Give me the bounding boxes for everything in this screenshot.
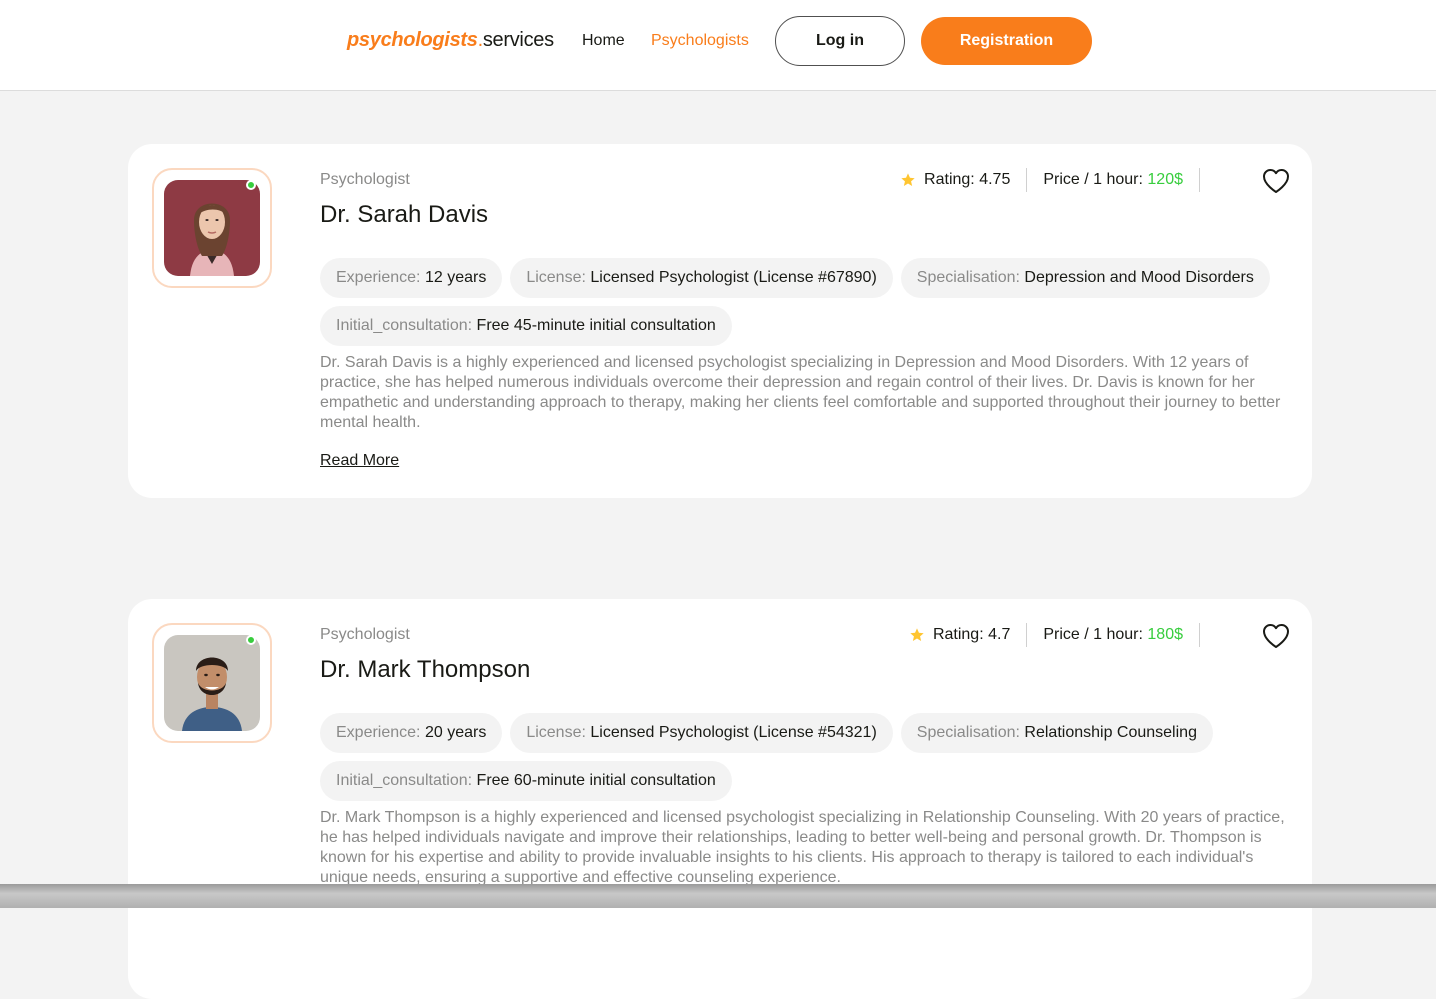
price-value: 120$ (1147, 171, 1183, 188)
avatar-frame (152, 623, 272, 743)
price-value: 180$ (1147, 626, 1183, 643)
nav-psychologists-link[interactable]: Psychologists (651, 32, 749, 50)
tag-specialisation: Specialisation: Depression and Mood Diso… (900, 258, 1270, 298)
card-name: Dr. Mark Thompson (320, 656, 531, 683)
card-tags: Experience: 20 years License: Licensed P… (320, 713, 1290, 801)
online-status-icon (246, 180, 256, 190)
card-name: Dr. Sarah Davis (320, 201, 489, 228)
tag-license: License: Licensed Psychologist (License … (510, 713, 893, 753)
tag-license: License: Licensed Psychologist (License … (510, 258, 893, 298)
tag-experience: Experience: 20 years (320, 713, 503, 753)
registration-button[interactable]: Registration (921, 17, 1092, 65)
card-description: Dr. Sarah Davis is a highly experienced … (320, 354, 1281, 431)
rating-stat: Rating: 4.75 (900, 168, 1028, 192)
bottom-background-strip (0, 884, 1436, 908)
heart-icon[interactable] (1262, 168, 1290, 194)
login-button[interactable]: Log in (775, 16, 905, 66)
psychologist-card: Psychologist Dr. Sarah Davis Rating: 4.7… (128, 144, 1312, 498)
star-icon (910, 628, 924, 641)
rating-value: 4.75 (979, 171, 1011, 188)
heart-icon[interactable] (1262, 623, 1290, 649)
card-stats: Rating: 4.7 Price / 1 hour: 180$ (909, 623, 1200, 647)
online-status-icon (246, 635, 256, 645)
tag-initial-consultation: Initial_consultation: Free 60-minute ini… (320, 761, 732, 801)
nav-home-link[interactable]: Home (582, 32, 625, 50)
avatar (164, 635, 260, 731)
card-role: Psychologist (320, 626, 410, 643)
card-stats: Rating: 4.75 Price / 1 hour: 120$ (900, 168, 1200, 192)
tag-experience: Experience: 12 years (320, 258, 503, 298)
rating-value: 4.7 (988, 626, 1011, 643)
rating-stat: Rating: 4.7 (909, 623, 1028, 647)
avatar-frame (152, 168, 272, 288)
card-description: Dr. Mark Thompson is a highly experience… (320, 809, 1285, 886)
price-stat: Price / 1 hour: 120$ (1027, 168, 1200, 192)
site-logo[interactable]: psychologists.services (347, 29, 554, 52)
psychologist-card: Psychologist Dr. Mark Thompson Rating: 4… (128, 599, 1312, 999)
read-more-link[interactable]: Read More (320, 452, 399, 470)
site-header: psychologists.services Home Psychologist… (0, 0, 1436, 91)
price-stat: Price / 1 hour: 180$ (1027, 623, 1200, 647)
avatar (164, 180, 260, 276)
card-tags: Experience: 12 years License: Licensed P… (320, 258, 1290, 346)
card-role: Psychologist (320, 171, 410, 188)
tag-initial-consultation: Initial_consultation: Free 45-minute ini… (320, 306, 732, 346)
star-icon (901, 173, 915, 186)
tag-specialisation: Specialisation: Relationship Counseling (900, 713, 1213, 753)
